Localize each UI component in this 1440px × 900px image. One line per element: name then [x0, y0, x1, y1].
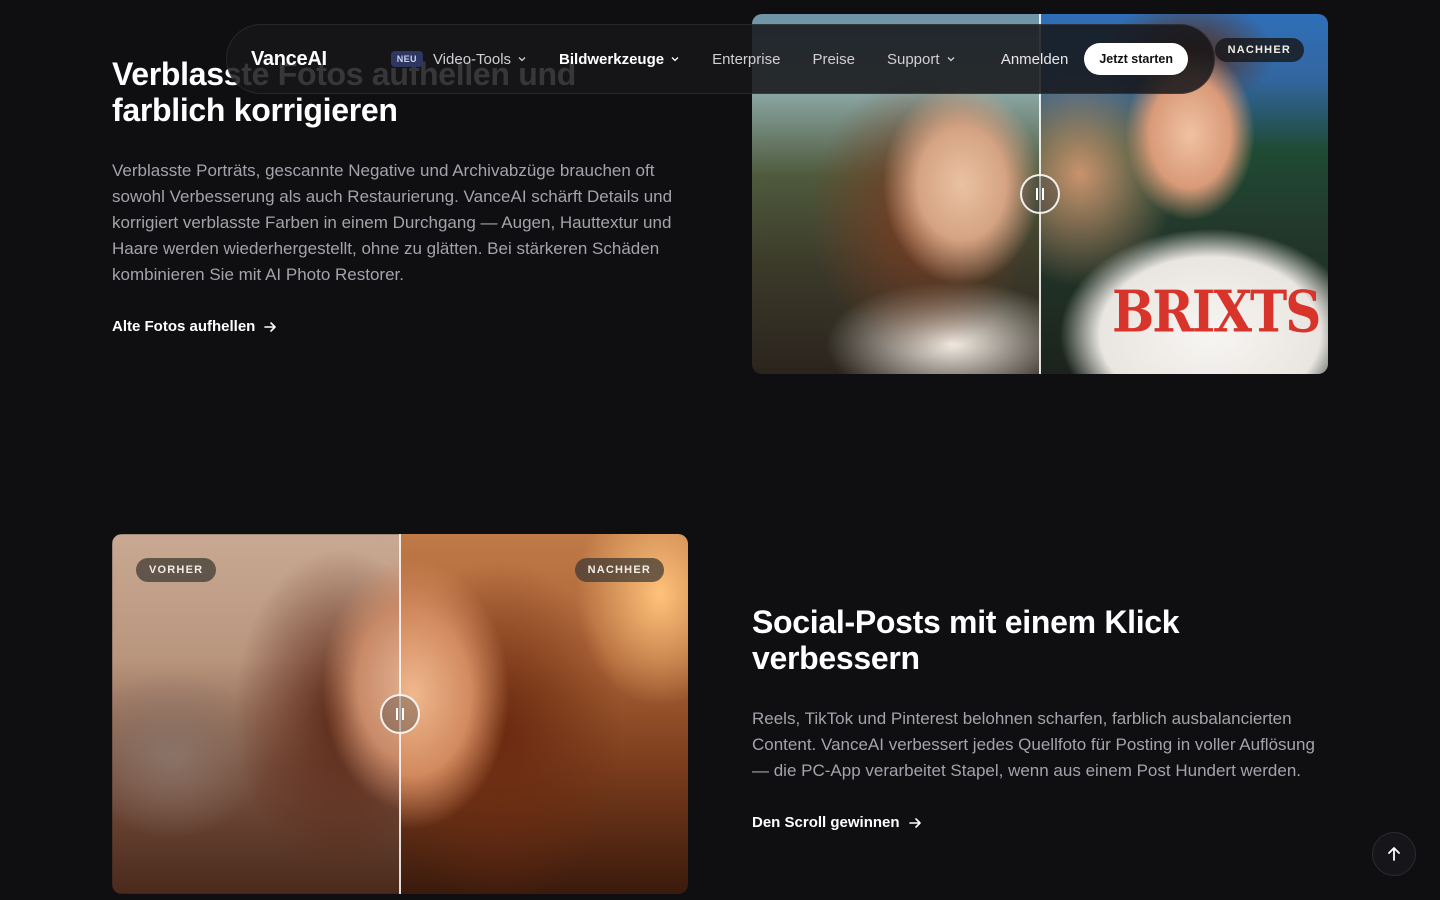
arrow-up-icon [1388, 847, 1400, 861]
section-title: Social-Posts mit einem Klick verbessern [752, 604, 1180, 676]
link-label: Den Scroll gewinnen [752, 814, 900, 831]
win-the-scroll-link[interactable]: Den Scroll gewinnen [752, 814, 922, 831]
login-link[interactable]: Anmelden [1001, 51, 1069, 68]
logo[interactable]: VanceAI [251, 48, 327, 71]
section-description: Reels, TikTok und Pinterest belohnen sch… [752, 709, 1315, 780]
before-image-half [112, 534, 400, 894]
pause-icon [1036, 188, 1044, 200]
arrow-right-icon [264, 321, 277, 332]
after-label: NACHHER [574, 558, 664, 582]
title-line-2: farblich korrigieren [112, 92, 398, 128]
chevron-down-icon [671, 57, 679, 62]
comparison-handle[interactable] [1020, 174, 1060, 214]
menu-label: Video-Tools [432, 50, 512, 68]
menu-label: Bildwerkzeuge [559, 50, 665, 68]
menu-label: Support [886, 50, 940, 68]
chevron-down-icon [947, 57, 954, 62]
section-fade-restore: Verblasste Fotos aufhellen und farblich … [112, 56, 692, 336]
menu-item-enterprise[interactable]: Enterprise [712, 51, 780, 68]
section-social-posts: Social-Posts mit einem Klick verbessern … [752, 604, 1332, 832]
menu-item-image-tools[interactable]: Bildwerkzeuge [559, 51, 680, 68]
main-menu: NEU Video-Tools Bildwerkzeuge Enterprise… [390, 50, 988, 68]
before-label: VORHER [136, 558, 217, 582]
after-label: NACHHER [1214, 38, 1304, 62]
after-image-half [400, 534, 688, 894]
menu-item-pricing[interactable]: Preise [812, 51, 855, 68]
link-label: Alte Fotos aufhellen [112, 318, 256, 335]
menu-label: Preise [812, 50, 855, 68]
chevron-down-icon [518, 57, 526, 62]
menu-item-support[interactable]: Support [887, 51, 956, 68]
get-started-button[interactable]: Jetzt starten [1084, 43, 1188, 75]
arrow-right-icon [908, 817, 921, 828]
comparison-handle[interactable] [380, 694, 420, 734]
top-navigation: VanceAI NEU Video-Tools Bildwerkzeuge En… [226, 24, 1215, 94]
section-description: Verblasste Porträts, gescannte Negative … [112, 161, 673, 284]
menu-item-video-tools[interactable]: NEU Video-Tools [390, 50, 527, 68]
nav-actions: Anmelden Jetzt starten [1001, 43, 1188, 75]
pause-icon [396, 708, 404, 720]
shirt-print: BRIXTS [1112, 277, 1321, 346]
brighten-old-photos-link[interactable]: Alte Fotos aufhellen [112, 318, 277, 335]
before-after-comparison-portrait[interactable]: VORHER NACHHER [112, 534, 688, 894]
menu-label: Enterprise [712, 50, 781, 68]
new-badge: NEU [390, 51, 423, 67]
scroll-to-top-button[interactable] [1372, 832, 1416, 876]
